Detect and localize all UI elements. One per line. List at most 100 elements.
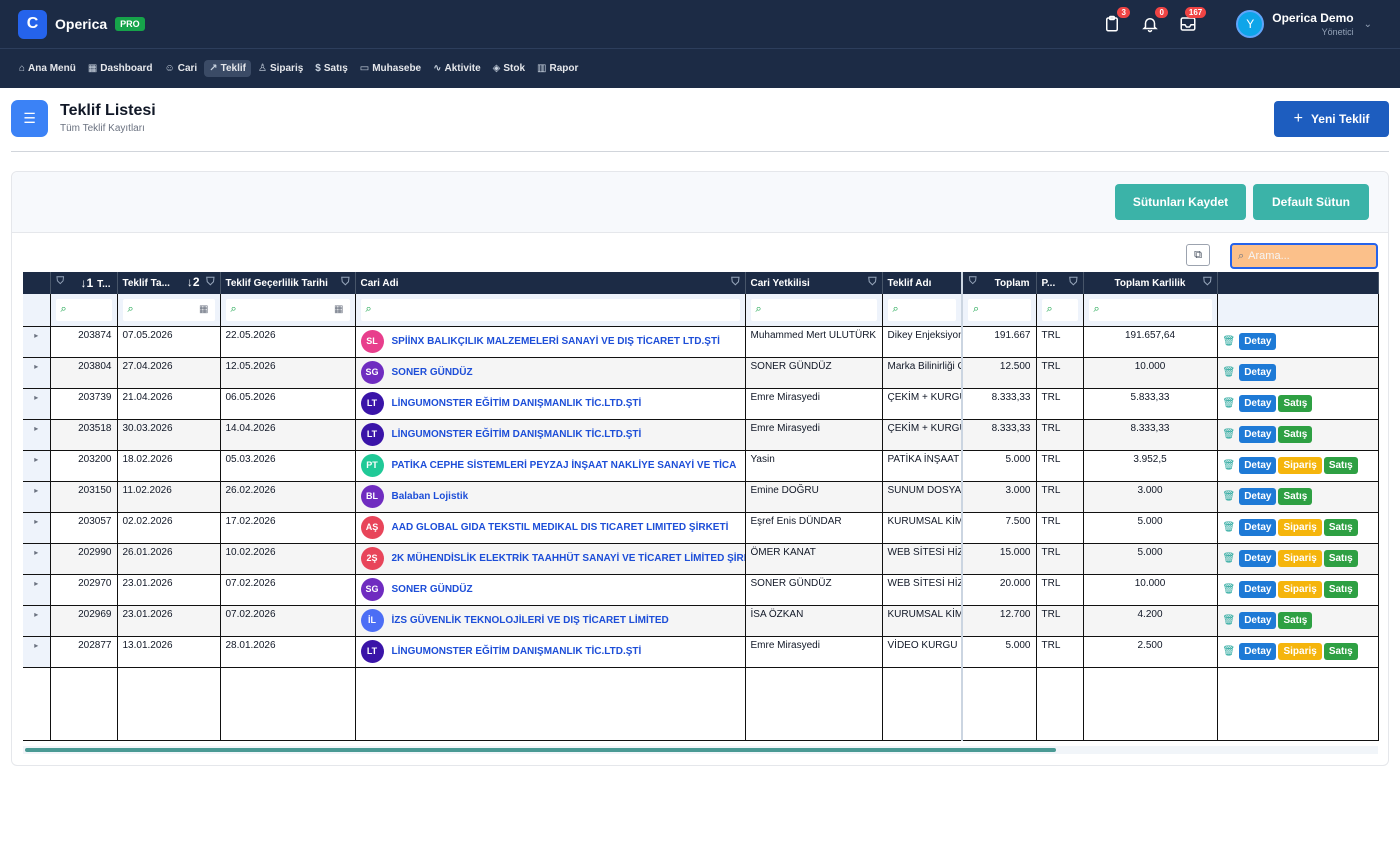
expand-row-toggle[interactable]: ▸ — [23, 388, 51, 420]
column-chooser-button[interactable]: ⧉ — [1186, 244, 1210, 266]
nav-item-muhasebe[interactable]: ▭ Muhasebe — [355, 60, 426, 77]
satis-button[interactable]: Satış — [1323, 456, 1358, 474]
trash-icon[interactable]: 🗑 — [1223, 615, 1236, 626]
satis-button[interactable]: Satış — [1278, 425, 1313, 443]
filter-icon[interactable]: ⛉ — [868, 276, 876, 289]
detay-button[interactable]: Detay — [1239, 487, 1277, 505]
table-row[interactable]: ▸ 203518 30.03.2026 14.04.2026 LT LİNGUMONSTE… — [23, 419, 1379, 451]
detay-button[interactable]: Detay — [1239, 456, 1277, 474]
filter-input-no[interactable]: ⌕ — [55, 298, 112, 321]
filter-icon[interactable]: ⛉ — [1203, 276, 1211, 289]
trash-icon[interactable]: 🗑 — [1223, 336, 1236, 347]
expand-row-toggle[interactable]: ▸ — [23, 574, 51, 606]
column-header-valid[interactable]: Teklif Geçerlilik Tarihi ⛉ — [220, 272, 356, 294]
expand-row-toggle[interactable]: ▸ — [23, 512, 51, 544]
app-logo[interactable]: C — [18, 9, 47, 39]
expand-row-toggle[interactable]: ▸ — [23, 481, 51, 513]
satis-button[interactable]: Satış — [1278, 394, 1313, 412]
detay-button[interactable]: Detay — [1239, 332, 1277, 350]
cari-name-link[interactable]: LİNGUMONSTER EĞİTİM DANIŞMANLIK TİC.LTD.… — [392, 646, 642, 657]
cari-name-link[interactable]: PATİKA CEPHE SİSTEMLERİ PEYZAJ İNŞAAT NA… — [392, 460, 737, 471]
filter-input-date[interactable]: ⌕ ▦ — [122, 298, 215, 321]
detay-button[interactable]: Detay — [1239, 580, 1277, 598]
trash-icon[interactable]: 🗑 — [1223, 367, 1236, 378]
bell-notification-button[interactable]: 0 — [1140, 7, 1169, 34]
nav-item-rapor[interactable]: ▥ Rapor — [532, 60, 583, 77]
cari-name-link[interactable]: AAD GLOBAL GIDA TEKSTIL MEDIKAL DIS TICA… — [392, 522, 729, 533]
cari-name-link[interactable]: İZS GÜVENLİK TEKNOLOJİLERİ VE DIŞ TİCARE… — [392, 615, 669, 626]
horizontal-scrollbar-thumb[interactable] — [25, 748, 1056, 752]
expand-row-toggle[interactable]: ▸ — [23, 605, 51, 637]
table-row[interactable]: ▸ 202990 26.01.2026 10.02.2026 2Ş 2K MÜHENDİS… — [23, 543, 1379, 575]
cari-name-link[interactable]: LİNGUMONSTER EĞİTİM DANIŞMANLIK TİC.LTD.… — [392, 398, 642, 409]
trash-icon[interactable]: 🗑 — [1223, 460, 1236, 471]
table-row[interactable]: ▸ 203057 02.02.2026 17.02.2026 AŞ AAD GLOBAL … — [23, 512, 1379, 544]
filter-icon[interactable]: ⛉ — [341, 276, 349, 289]
column-header-karlilik[interactable]: Toplam Karlilik ⛉ — [1083, 272, 1218, 294]
cari-name-link[interactable]: 2K MÜHENDİSLİK ELEKTRİK TAAHHÜT SANAYİ V… — [392, 553, 745, 564]
expand-row-toggle[interactable]: ▸ — [23, 636, 51, 668]
table-row[interactable]: ▸ 203739 21.04.2026 06.05.2026 LT LİNGUMONSTE… — [23, 388, 1379, 420]
satis-button[interactable]: Satış — [1278, 611, 1313, 629]
filter-icon[interactable]: ⛉ — [1069, 276, 1077, 289]
filter-input-valid[interactable]: ⌕ ▦ — [225, 298, 350, 321]
satis-button[interactable]: Satış — [1323, 642, 1358, 660]
detay-button[interactable]: Detay — [1239, 549, 1277, 567]
trash-icon[interactable]: 🗑 — [1223, 522, 1236, 533]
nav-item-dashboard[interactable]: ▦ Dashboard — [83, 60, 158, 77]
table-row[interactable]: ▸ 202877 13.01.2026 28.01.2026 LT LİNGUMONSTE… — [23, 636, 1379, 668]
nav-item-stok[interactable]: ◈ Stok — [488, 60, 530, 77]
table-row[interactable]: ▸ 202969 23.01.2026 07.02.2026 İL İZS GÜVENLİ… — [23, 605, 1379, 637]
detay-button[interactable]: Detay — [1239, 363, 1277, 381]
column-header-no[interactable]: ⛉ ↓1 T... — [50, 272, 118, 294]
clipboard-notification-button[interactable]: 3 — [1102, 7, 1131, 34]
table-row[interactable]: ▸ 203200 18.02.2026 05.03.2026 PT PATİKA CEPH… — [23, 450, 1379, 482]
expand-row-toggle[interactable]: ▸ — [23, 450, 51, 482]
siparis-button[interactable]: Sipariş — [1278, 549, 1322, 567]
siparis-button[interactable]: Sipariş — [1278, 518, 1322, 536]
detay-button[interactable]: Detay — [1239, 611, 1277, 629]
calendar-icon[interactable]: ▦ — [334, 304, 343, 315]
siparis-button[interactable]: Sipariş — [1278, 580, 1322, 598]
table-row[interactable]: ▸ 203150 11.02.2026 26.02.2026 BL Balaban Loj… — [23, 481, 1379, 513]
filter-icon[interactable]: ⛉ — [731, 276, 739, 289]
column-header-yetkili[interactable]: Cari Yetkilisi ⛉ — [745, 272, 883, 294]
filter-input-pb[interactable]: ⌕ — [1041, 298, 1078, 321]
user-menu[interactable]: Y Operica Demo Yönetici ⌄ — [1236, 10, 1372, 38]
column-header-cari[interactable]: Cari Adi ⛉ — [355, 272, 746, 294]
detay-button[interactable]: Detay — [1239, 425, 1277, 443]
nav-item-aktivite[interactable]: ∿ Aktivite — [428, 60, 486, 77]
trash-icon[interactable]: 🗑 — [1223, 398, 1236, 409]
filter-input-teklif-adi[interactable]: ⌕ — [887, 298, 956, 321]
cari-name-link[interactable]: SPİİNX BALIKÇILIK MALZEMELERİ SANAYİ VE … — [392, 336, 720, 347]
filter-icon[interactable]: ⛉ — [969, 276, 977, 287]
trash-icon[interactable]: 🗑 — [1223, 429, 1236, 440]
calendar-icon[interactable]: ▦ — [199, 304, 208, 315]
column-header-date[interactable]: Teklif Ta... ↓2 ⛉ — [117, 272, 221, 294]
satis-button[interactable]: Satış — [1323, 580, 1358, 598]
cari-name-link[interactable]: Balaban Lojistik — [392, 491, 469, 502]
filter-icon[interactable]: ⛉ — [57, 276, 65, 287]
column-header-toplam[interactable]: ⛉ Toplam — [962, 272, 1037, 294]
column-header-pb[interactable]: P... ⛉ — [1036, 272, 1084, 294]
filter-input-cari[interactable]: ⌕ — [360, 298, 740, 321]
filter-icon[interactable]: ⛉ — [206, 276, 214, 289]
trash-icon[interactable]: 🗑 — [1223, 553, 1236, 564]
expand-row-toggle[interactable]: ▸ — [23, 357, 51, 389]
satis-button[interactable]: Satış — [1323, 549, 1358, 567]
detay-button[interactable]: Detay — [1239, 642, 1277, 660]
expand-row-toggle[interactable]: ▸ — [23, 326, 51, 358]
cari-name-link[interactable]: SONER GÜNDÜZ — [392, 367, 473, 378]
satis-button[interactable]: Satış — [1323, 518, 1358, 536]
trash-icon[interactable]: 🗑 — [1223, 584, 1236, 595]
filter-input-yetkili[interactable]: ⌕ — [750, 298, 877, 321]
cari-name-link[interactable]: LİNGUMONSTER EĞİTİM DANIŞMANLIK TİC.LTD.… — [392, 429, 642, 440]
new-offer-button[interactable]: + Yeni Teklif — [1274, 101, 1389, 137]
column-header-teklif-adi[interactable]: Teklif Adı — [882, 272, 963, 294]
filter-input-toplam[interactable]: ⌕ — [968, 298, 1031, 321]
search-box[interactable]: ⌕ — [1230, 243, 1378, 269]
nav-item-teklif[interactable]: ↗ Teklif — [204, 60, 251, 77]
nav-item-sipariş[interactable]: ♙ Sipariş — [253, 60, 308, 77]
search-input[interactable] — [1248, 250, 1359, 262]
satis-button[interactable]: Satış — [1278, 487, 1313, 505]
